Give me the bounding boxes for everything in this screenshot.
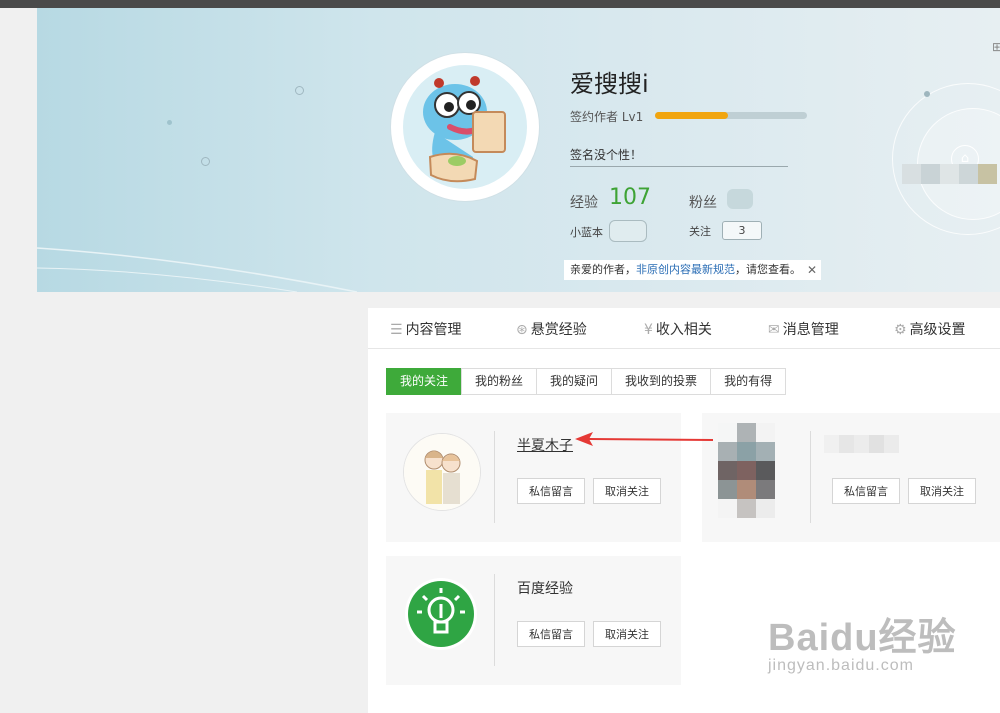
nav-label: 收入相关 (655, 322, 712, 338)
decoration-dot (167, 120, 172, 125)
unfollow-button[interactable]: 取消关注 (593, 478, 661, 504)
decoration-dot (924, 91, 930, 97)
corner-icon[interactable]: ⊞ (992, 40, 1000, 54)
rank-progress-bar (655, 112, 807, 119)
decoration-dot (295, 86, 304, 95)
follow-card: 百度经验 私信留言 取消关注 (386, 556, 681, 685)
sub-tabs: 我的关注 我的粉丝 我的疑问 我收到的投票 我的有得 (386, 368, 787, 395)
card-divider (810, 431, 811, 523)
nav-reward-exp[interactable]: ⊛ 悬赏经验 (516, 319, 587, 339)
nav-label: 悬赏经验 (530, 322, 587, 338)
follow-avatar[interactable] (403, 433, 481, 511)
nav-label: 内容管理 (405, 322, 462, 338)
nav-content-manage[interactable]: ☰ 内容管理 (390, 319, 462, 339)
lightbulb-logo-icon (405, 578, 477, 650)
unfollow-button[interactable]: 取消关注 (908, 478, 976, 504)
list-icon: ☰ (390, 322, 403, 338)
author-notice: 亲爱的作者，非原创内容最新规范，请您查看。 ✕ (564, 260, 821, 280)
profile-banner: ⌂ ⊞ 爱搜搜i 签约作者 Lv1 签名没个性！ 经验 107 粉丝 小蓝本 关… (37, 8, 1000, 292)
baidu-watermark: Baidu经验 jingyan.baidu.com (768, 606, 957, 675)
message-button[interactable]: 私信留言 (517, 621, 585, 647)
message-button[interactable]: 私信留言 (517, 478, 585, 504)
mascot-image (423, 76, 506, 183)
profile-avatar[interactable] (391, 53, 539, 201)
xiaolanben-value-blurred[interactable] (609, 220, 647, 242)
follow-avatar[interactable] (403, 576, 479, 652)
rank-progress-fill (655, 112, 728, 119)
signature-field[interactable]: 签名没个性！ (570, 146, 788, 167)
nav-label: 高级设置 (909, 322, 966, 338)
reward-icon: ⊛ (516, 322, 528, 338)
nav-label: 消息管理 (782, 322, 839, 338)
fans-value-blurred (727, 189, 753, 209)
nav-income[interactable]: ¥ 收入相关 (644, 319, 712, 339)
notice-prefix: 亲爱的作者， (570, 263, 636, 276)
tab-my-follows[interactable]: 我的关注 (386, 368, 463, 395)
follow-label: 关注 (689, 225, 711, 238)
tab-my-questions[interactable]: 我的疑问 (536, 368, 613, 395)
nav-messages[interactable]: ✉ 消息管理 (768, 319, 839, 339)
watermark-brand: Baidu经验 (768, 617, 957, 659)
decoration-curves (37, 247, 357, 292)
gear-icon: ⚙ (894, 322, 907, 338)
blurred-info-mosaic (902, 164, 997, 184)
xiaolanben-label: 小蓝本 (570, 226, 603, 239)
close-icon[interactable]: ✕ (807, 260, 817, 280)
top-nav: ☰ 内容管理 ⊛ 悬赏经验 ¥ 收入相关 ✉ 消息管理 ⚙ 高级设置 (368, 308, 1000, 349)
yen-icon: ¥ (644, 322, 653, 338)
exp-label: 经验 (570, 195, 598, 211)
follow-count[interactable]: 3 (722, 221, 762, 240)
mail-icon: ✉ (768, 322, 780, 338)
unfollow-button[interactable]: 取消关注 (593, 621, 661, 647)
notice-suffix: ，请您查看。 (735, 263, 801, 276)
username: 爱搜搜i (570, 70, 649, 98)
fans-label: 粉丝 (689, 195, 717, 211)
annotation-arrow (575, 432, 713, 446)
window-top-bar (0, 0, 1000, 8)
card-divider (494, 574, 495, 666)
rank-label: 签约作者 Lv1 (570, 110, 644, 124)
tab-my-fans[interactable]: 我的粉丝 (461, 368, 538, 395)
follow-card: 私信留言 取消关注 (702, 413, 1000, 542)
notice-link[interactable]: 非原创内容最新规范 (636, 263, 735, 276)
exp-value: 107 (609, 185, 651, 210)
follow-name-link[interactable]: 半夏木子 (517, 435, 573, 455)
message-button[interactable]: 私信留言 (832, 478, 900, 504)
anime-couple-image (404, 434, 480, 510)
nav-advanced-settings[interactable]: ⚙ 高级设置 (894, 319, 966, 339)
card-divider (494, 431, 495, 523)
blurred-name[interactable] (824, 435, 899, 453)
blurred-avatar[interactable] (718, 423, 775, 518)
tab-my-gains[interactable]: 我的有得 (710, 368, 787, 395)
follow-name-link[interactable]: 百度经验 (517, 578, 573, 598)
tab-received-votes[interactable]: 我收到的投票 (611, 368, 712, 395)
